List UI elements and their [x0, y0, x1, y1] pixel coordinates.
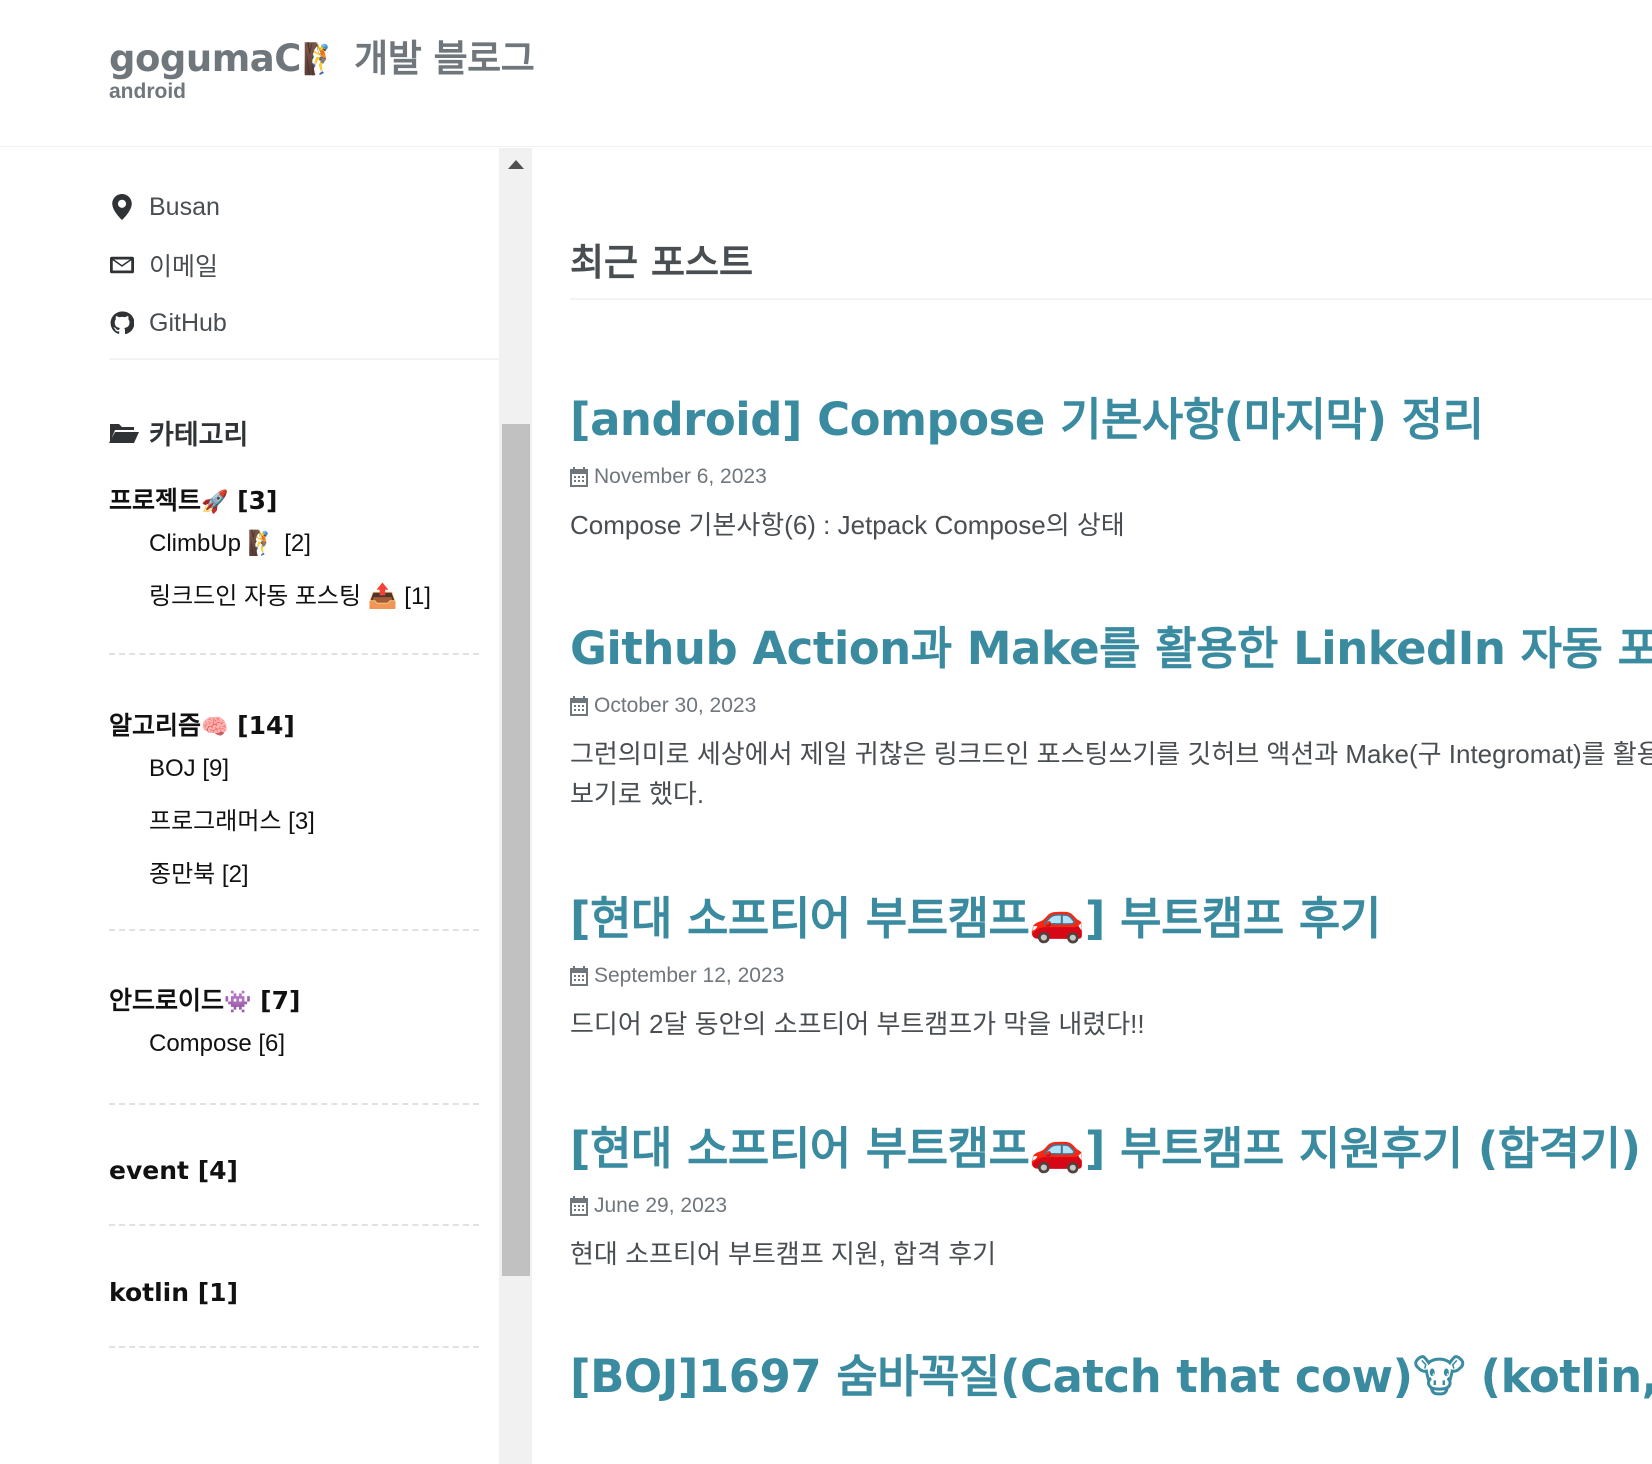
post-meta: November 6, 2023 [570, 463, 1652, 491]
post-excerpt: Compose 기본사항(6) : Jetpack Compose의 상태 [570, 505, 1652, 545]
category-separator [109, 1103, 479, 1105]
climber-emoji-icon: 🧗 [302, 42, 340, 77]
envelope-icon [109, 252, 135, 278]
category-count: [4] [197, 1156, 238, 1185]
post-excerpt: 드디어 2달 동안의 소프티어 부트캠프가 막을 내렸다!! [570, 1004, 1652, 1044]
category-separator [109, 653, 479, 655]
category-separator [109, 1224, 479, 1226]
categories-header-label: 카테고리 [149, 420, 249, 451]
scrollbar-thumb[interactable] [502, 424, 530, 1276]
category-item-climbup[interactable]: ClimbUp 🧗 [2] [109, 531, 479, 584]
category-group-project: 프로젝트🚀 [3] ClimbUp 🧗 [2] 링크드인 자동 포스팅 📤 [1… [109, 481, 479, 637]
site-subtitle: android [109, 80, 186, 103]
category-item-jongmanbook[interactable]: 종만북 [2] [109, 862, 479, 915]
rocket-emoji-icon: 🚀 [201, 490, 229, 515]
post-meta: June 29, 2023 [570, 1192, 1652, 1220]
category-title-label: event [109, 1156, 189, 1185]
post-title-link[interactable]: [현대 소프티어 부트캠프🚗] 부트캠프 지원후기 (합격기) [570, 1120, 1652, 1178]
calendar-icon [570, 966, 588, 986]
masthead: gogumaC🧗 개발 블로그 android [0, 0, 1652, 147]
post-excerpt: 그런의미로 세상에서 제일 귀찮은 링크드인 포스팅쓰기를 깃허브 액션과 Ma… [570, 734, 1652, 814]
sidebar: Busan 이메일 GitHub 카테고리 프로젝트🚀 [3] ClimbUp … [0, 148, 532, 1464]
brain-emoji-icon: 🧠 [201, 715, 229, 740]
post-item: [현대 소프티어 부트캠프🚗] 부트캠프 후기 September 12, 20… [570, 890, 1652, 1044]
category-title-project[interactable]: 프로젝트🚀 [3] [109, 481, 479, 517]
category-count: [3] [237, 486, 278, 515]
post-item: [BOJ]1697 숨바꼭질(Catch that cow)🐮 (kotlin,… [570, 1348, 1652, 1406]
category-title-android[interactable]: 안드로이드👾 [7] [109, 981, 479, 1017]
github-icon [109, 310, 135, 336]
site-title-link[interactable]: gogumaC🧗 개발 블로그 [109, 28, 535, 82]
category-title-label: kotlin [109, 1278, 190, 1307]
post-date: October 30, 2023 [594, 694, 757, 717]
categories-header: 카테고리 [109, 413, 248, 452]
category-group-algorithm: 알고리즘🧠 [14] BOJ [9] 프로그래머스 [3] 종만북 [2] [109, 706, 479, 915]
category-count: [1] [197, 1278, 238, 1307]
post-item: [현대 소프티어 부트캠프🚗] 부트캠프 지원후기 (합격기) June 29,… [570, 1120, 1652, 1274]
post-excerpt: 현대 소프티어 부트캠프 지원, 합격 후기 [570, 1234, 1652, 1274]
post-title-link[interactable]: [BOJ]1697 숨바꼭질(Catch that cow)🐮 (kotlin,… [570, 1348, 1652, 1406]
author-github-label: GitHub [149, 308, 227, 337]
post-meta: September 12, 2023 [570, 962, 1652, 990]
category-title-label: 프로젝트 [109, 486, 202, 515]
category-item-linkedin-autopost[interactable]: 링크드인 자동 포스팅 📤 [1] [109, 584, 479, 637]
category-group-event: event [4] [109, 1156, 479, 1185]
category-separator [109, 929, 479, 931]
post-item: Github Action과 Make를 활용한 LinkedIn 자동 포스팅… [570, 620, 1652, 814]
category-count: [7] [260, 986, 301, 1015]
calendar-icon [570, 696, 588, 716]
category-title-kotlin[interactable]: kotlin [1] [109, 1278, 479, 1307]
site-title-suffix: 개발 블로그 [354, 37, 535, 80]
sidebar-scrollbar[interactable] [499, 148, 532, 1464]
author-github-link[interactable]: GitHub [109, 294, 499, 352]
category-group-android: 안드로이드👾 [7] Compose [6] [109, 981, 479, 1084]
category-item-compose[interactable]: Compose [6] [109, 1031, 479, 1084]
section-divider [570, 298, 1652, 300]
category-title-label: 안드로이드 [109, 986, 225, 1015]
post-date: September 12, 2023 [594, 964, 785, 987]
post-title-link[interactable]: Github Action과 Make를 활용한 LinkedIn 자동 포스팅 [570, 620, 1652, 678]
category-separator [109, 1346, 479, 1348]
author-location-label: Busan [149, 192, 220, 221]
map-marker-icon [109, 194, 135, 220]
post-date: June 29, 2023 [594, 1194, 728, 1217]
post-date: November 6, 2023 [594, 465, 767, 488]
post-item: [android] Compose 기본사항(마지막) 정리 November … [570, 391, 1652, 545]
calendar-icon [570, 1196, 588, 1216]
category-title-event[interactable]: event [4] [109, 1156, 479, 1185]
main-content: 최근 포스트 [android] Compose 기본사항(마지막) 정리 No… [570, 148, 1652, 1464]
post-title-link[interactable]: [현대 소프티어 부트캠프🚗] 부트캠프 후기 [570, 890, 1652, 948]
calendar-icon [570, 467, 588, 487]
author-email-link[interactable]: 이메일 [109, 236, 499, 294]
author-links: Busan 이메일 GitHub [109, 178, 499, 352]
site-title-name: gogumaC [109, 37, 301, 80]
category-group-kotlin: kotlin [1] [109, 1278, 479, 1307]
recent-posts-title: 최근 포스트 [570, 241, 754, 284]
post-title-link[interactable]: [android] Compose 기본사항(마지막) 정리 [570, 391, 1652, 449]
category-title-algorithm[interactable]: 알고리즘🧠 [14] [109, 706, 479, 742]
category-count: [14] [237, 711, 295, 740]
folder-open-icon [109, 423, 139, 443]
category-item-boj[interactable]: BOJ [9] [109, 756, 479, 809]
post-meta: October 30, 2023 [570, 692, 1652, 720]
author-location: Busan [109, 178, 499, 236]
scroll-up-arrow-icon[interactable] [508, 160, 524, 169]
sidebar-divider [109, 358, 499, 360]
post-excerpt-line: Compose 기본사항(6) : Jetpack Compose의 상태 [570, 510, 1125, 540]
post-excerpt-line: 드디어 2달 동안의 소프티어 부트캠프가 막을 내렸다!! [570, 1009, 1145, 1039]
category-title-label: 알고리즘 [109, 711, 202, 740]
post-excerpt-line: 현대 소프티어 부트캠프 지원, 합격 후기 [570, 1239, 997, 1269]
category-item-programmers[interactable]: 프로그래머스 [3] [109, 809, 479, 862]
alien-monster-emoji-icon: 👾 [224, 990, 252, 1015]
author-email-label: 이메일 [149, 253, 219, 281]
post-excerpt-line: 보기로 했다. [570, 779, 705, 809]
post-excerpt-line: 그런의미로 세상에서 제일 귀찮은 링크드인 포스팅쓰기를 깃허브 액션과 Ma… [570, 739, 1652, 769]
